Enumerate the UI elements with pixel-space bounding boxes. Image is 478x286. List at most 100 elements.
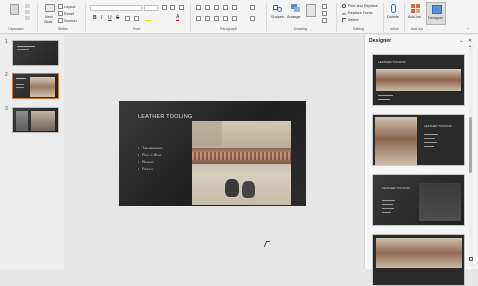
justify-icon[interactable] bbox=[223, 16, 228, 21]
copy-icon[interactable] bbox=[25, 10, 30, 14]
collapse-ribbon-icon[interactable]: ⌃ bbox=[466, 27, 469, 32]
addins-icon[interactable] bbox=[411, 4, 420, 13]
group-separator bbox=[85, 3, 86, 32]
new-slide-label[interactable]: New bbox=[45, 15, 53, 19]
line-spacing-icon[interactable] bbox=[232, 5, 237, 10]
strikethrough-icon[interactable]: S bbox=[116, 15, 119, 21]
increase-indent-icon[interactable] bbox=[223, 5, 228, 10]
group-label-editing: Editing bbox=[353, 27, 364, 31]
clear-format-icon[interactable] bbox=[179, 5, 184, 10]
group-label-clipboard: Clipboard bbox=[8, 27, 24, 31]
char-spacing-icon[interactable] bbox=[125, 16, 130, 21]
thumbnail-number: 3 bbox=[5, 106, 8, 112]
bullets-icon[interactable] bbox=[196, 5, 201, 10]
font-color-icon[interactable]: A bbox=[176, 15, 180, 21]
align-right-icon[interactable] bbox=[214, 16, 219, 21]
decrease-font-icon[interactable] bbox=[170, 5, 175, 10]
designer-scrollbar[interactable]: ▴ bbox=[469, 43, 473, 267]
shape-outline-icon[interactable] bbox=[322, 11, 327, 16]
font-name-box[interactable] bbox=[90, 5, 142, 11]
group-label-drawing: Drawing bbox=[294, 27, 308, 31]
chevron-up-icon[interactable]: ▴ bbox=[469, 43, 471, 48]
cut-icon[interactable] bbox=[25, 4, 30, 8]
highlight-icon[interactable] bbox=[145, 15, 151, 21]
bold-icon[interactable]: B bbox=[93, 15, 97, 21]
decrease-indent-icon[interactable] bbox=[214, 5, 219, 10]
section-button[interactable]: Section bbox=[64, 19, 77, 23]
underline-icon[interactable]: U bbox=[108, 15, 112, 21]
zoom-fit-icon[interactable] bbox=[469, 257, 473, 261]
designer-icon bbox=[432, 5, 442, 14]
ribbon: Clipboard New Slide Layout Reset Section… bbox=[0, 0, 478, 34]
photo-pattern bbox=[192, 152, 291, 160]
arrange-icon[interactable] bbox=[291, 4, 300, 12]
replace-fonts-icon: ab bbox=[342, 11, 347, 16]
replace-fonts-button[interactable]: Replace Fonts bbox=[348, 11, 372, 15]
slide-photo[interactable] bbox=[192, 121, 291, 205]
slide-bullet[interactable]: Piece of Work bbox=[138, 153, 161, 157]
new-slide-icon[interactable] bbox=[45, 4, 55, 12]
slide-thumbnail-3[interactable] bbox=[12, 107, 59, 133]
group-separator bbox=[404, 3, 405, 32]
scrollbar-thumb[interactable] bbox=[469, 117, 472, 173]
current-slide[interactable]: LEATHER TOOLING Time management Piece of… bbox=[119, 101, 306, 206]
find-replace-button[interactable]: Find and Replace bbox=[348, 4, 378, 8]
designer-button[interactable]: Designer bbox=[426, 2, 446, 25]
chevron-down-icon[interactable]: ⌄ bbox=[459, 38, 463, 44]
shapes-button[interactable]: Shapes bbox=[271, 15, 284, 19]
align-center-icon[interactable] bbox=[205, 16, 210, 21]
dictate-button[interactable]: Dictate bbox=[387, 15, 399, 19]
new-slide-label-2[interactable]: Slide bbox=[44, 20, 52, 24]
change-case-icon[interactable] bbox=[134, 16, 139, 21]
select-button[interactable]: Select bbox=[348, 18, 359, 22]
designer-label: Designer bbox=[428, 16, 444, 20]
columns-icon[interactable] bbox=[232, 16, 237, 21]
reset-icon bbox=[58, 11, 63, 16]
layout-button[interactable]: Layout bbox=[64, 5, 75, 9]
photo-shoe bbox=[225, 179, 239, 197]
format-painter-icon[interactable] bbox=[25, 16, 30, 20]
group-label-slides: Slides bbox=[58, 27, 68, 31]
shapes-icon[interactable] bbox=[273, 4, 283, 12]
select-icon bbox=[342, 18, 346, 22]
slide-thumbnails-pane: 1 2 3 bbox=[0, 35, 64, 269]
align-text-icon[interactable] bbox=[250, 16, 255, 21]
shape-fill-icon[interactable] bbox=[322, 4, 327, 9]
quick-styles-icon[interactable] bbox=[306, 4, 316, 17]
designer-pane-title: Designer bbox=[369, 38, 392, 44]
text-direction-icon[interactable] bbox=[250, 5, 255, 10]
shape-effects-icon[interactable] bbox=[322, 18, 327, 23]
slide-bullet[interactable]: Relaxing bbox=[138, 160, 153, 164]
paste-icon[interactable] bbox=[10, 4, 19, 15]
slide-bullet[interactable]: Time management bbox=[138, 146, 163, 150]
designer-pane: Designer ⌄ ✕ LEATHER TOOLING LEATHER TOO… bbox=[364, 35, 478, 286]
design-idea-card[interactable]: LEATHER TOOLING bbox=[372, 114, 465, 166]
align-left-icon[interactable] bbox=[196, 16, 201, 21]
photo-shadow bbox=[192, 121, 222, 146]
numbering-icon[interactable] bbox=[205, 5, 210, 10]
dictate-icon[interactable] bbox=[391, 4, 396, 13]
slide-thumbnail-1[interactable] bbox=[12, 40, 59, 66]
group-label-font: Font bbox=[133, 27, 141, 31]
addins-button[interactable]: Add-ins bbox=[408, 15, 421, 19]
increase-font-icon[interactable] bbox=[162, 5, 167, 10]
slide-bullet[interactable]: Patience bbox=[138, 167, 153, 171]
group-label-paragraph: Paragraph bbox=[220, 27, 237, 31]
font-size-box[interactable] bbox=[144, 5, 158, 11]
section-icon bbox=[58, 18, 63, 23]
photo-shoe bbox=[242, 181, 255, 198]
group-separator bbox=[266, 3, 267, 32]
design-idea-card[interactable]: LEATHER TOOLING bbox=[372, 54, 465, 106]
group-separator bbox=[190, 3, 191, 32]
group-separator bbox=[336, 3, 337, 32]
design-idea-title: LEATHER TOOLING bbox=[424, 124, 452, 128]
arrange-button[interactable]: Arrange bbox=[287, 15, 301, 19]
reset-button[interactable]: Reset bbox=[64, 12, 74, 16]
design-idea-title: LEATHER TOOLING bbox=[378, 60, 406, 64]
italic-icon[interactable]: I bbox=[101, 15, 102, 21]
thumbnail-number: 1 bbox=[5, 39, 8, 45]
slide-title[interactable]: LEATHER TOOLING bbox=[138, 114, 193, 120]
design-idea-card[interactable]: LEATHER TOOLING bbox=[372, 174, 465, 226]
design-idea-card[interactable] bbox=[372, 234, 465, 286]
slide-thumbnail-2[interactable] bbox=[12, 73, 59, 99]
